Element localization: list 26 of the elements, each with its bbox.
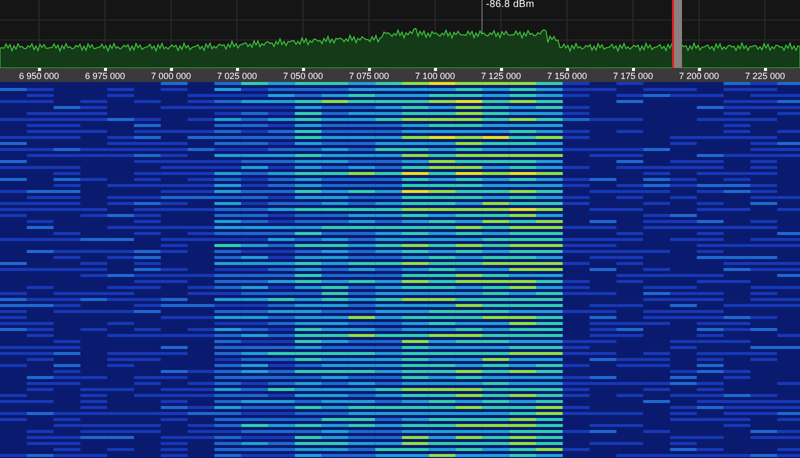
frequency-label: 7 100 000 — [414, 71, 456, 81]
tick-mark — [170, 68, 172, 71]
tick-mark — [368, 68, 370, 71]
frequency-label: 7 225 000 — [744, 71, 786, 81]
frequency-label: 7 000 000 — [150, 71, 192, 81]
tick-mark — [500, 68, 502, 71]
frequency-label: 7 200 000 — [678, 71, 720, 81]
frequency-label: 6 950 000 — [18, 71, 60, 81]
tick-mark — [698, 68, 700, 71]
tick-mark — [632, 68, 634, 71]
tick-mark — [566, 68, 568, 71]
signal-readout: -86.8 dBm — [486, 0, 534, 12]
frequency-label: 7 075 000 — [348, 71, 390, 81]
tick-mark — [764, 68, 766, 71]
frequency-label: 7 150 000 — [546, 71, 588, 81]
tuning-marker[interactable] — [672, 0, 682, 68]
frequency-label: 7 050 000 — [282, 71, 324, 81]
frequency-label: 7 125 000 — [480, 71, 522, 81]
tick-mark — [302, 68, 304, 71]
frequency-label: 6 975 000 — [84, 71, 126, 81]
tick-mark — [236, 68, 238, 71]
frequency-label: 7 175 000 — [612, 71, 654, 81]
tick-mark — [104, 68, 106, 71]
tick-mark — [434, 68, 436, 71]
frequency-label: 7 025 000 — [216, 71, 258, 81]
tick-mark — [38, 68, 40, 71]
